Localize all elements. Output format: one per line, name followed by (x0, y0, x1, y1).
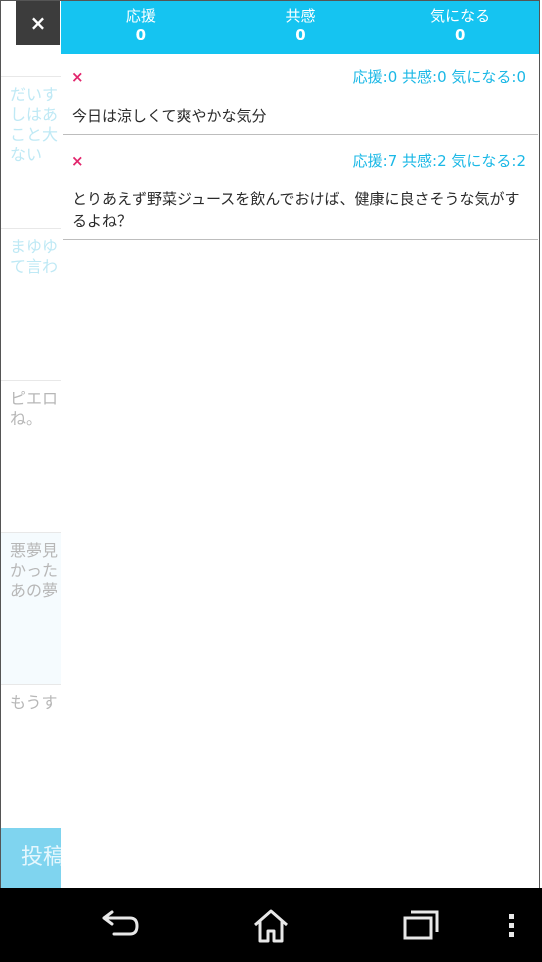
post-entry: × 応援:7 共感:2 気になる:2 とりあえず野菜ジュースを飲んでおけば、健康… (63, 135, 538, 240)
stat-value: 0 (454, 26, 466, 44)
stat-label: 共感 (285, 7, 316, 25)
back-icon[interactable] (100, 908, 142, 942)
stat-value: 0 (295, 26, 306, 44)
background-list-item[interactable]: もうす (1, 684, 61, 836)
stat-support[interactable]: 応援 0 (61, 0, 221, 54)
recent-apps-icon[interactable] (401, 908, 441, 942)
stat-curious[interactable]: 気になる 0 (380, 0, 540, 54)
reaction-counts: 応援:0 共感:0 気になる:0 (352, 68, 526, 86)
background-list-item[interactable]: ピエロ ね。 (1, 380, 61, 532)
post-entry: × 応援:0 共感:0 気になる:0 今日は涼しくて爽やかな気分 (63, 54, 538, 135)
reaction-counts: 応援:7 共感:2 気になる:2 (352, 152, 526, 170)
stat-value: 0 (135, 26, 147, 44)
post-button[interactable]: 投稿 (1, 828, 61, 888)
post-text: 今日は涼しくて爽やかな気分 (72, 107, 267, 125)
stat-label: 気になる (430, 7, 491, 25)
post-text: とりあえず野菜ジュースを飲んでおけば、健康に良さそうな気がするよね？ (72, 190, 520, 230)
stats-header: 応援 0 共感 0 気になる 0 (61, 0, 540, 54)
stat-label: 応援 (125, 7, 156, 25)
background-post-list: だいす しはあ こと大 ない まゆゆ て言わ ピエロ ね。 悪夢見 かった あの… (1, 0, 61, 888)
menu-icon[interactable] (505, 908, 519, 942)
system-navigation-bar (0, 888, 542, 962)
delete-button[interactable]: × (71, 68, 84, 86)
stat-empathy[interactable]: 共感 0 (221, 0, 381, 54)
background-list-item[interactable]: まゆゆ て言わ (1, 228, 61, 380)
home-icon[interactable] (252, 908, 290, 944)
background-list-item[interactable]: だいす しはあ こと大 ない (1, 76, 61, 228)
reaction-panel: 応援 0 共感 0 気になる 0 × 応援:0 共感:0 気になる:0 今日は涼… (61, 0, 540, 888)
delete-button[interactable]: × (71, 152, 84, 170)
background-list-item[interactable]: 悪夢見 かった あの夢 (1, 532, 61, 684)
close-button[interactable]: × (16, 0, 60, 45)
